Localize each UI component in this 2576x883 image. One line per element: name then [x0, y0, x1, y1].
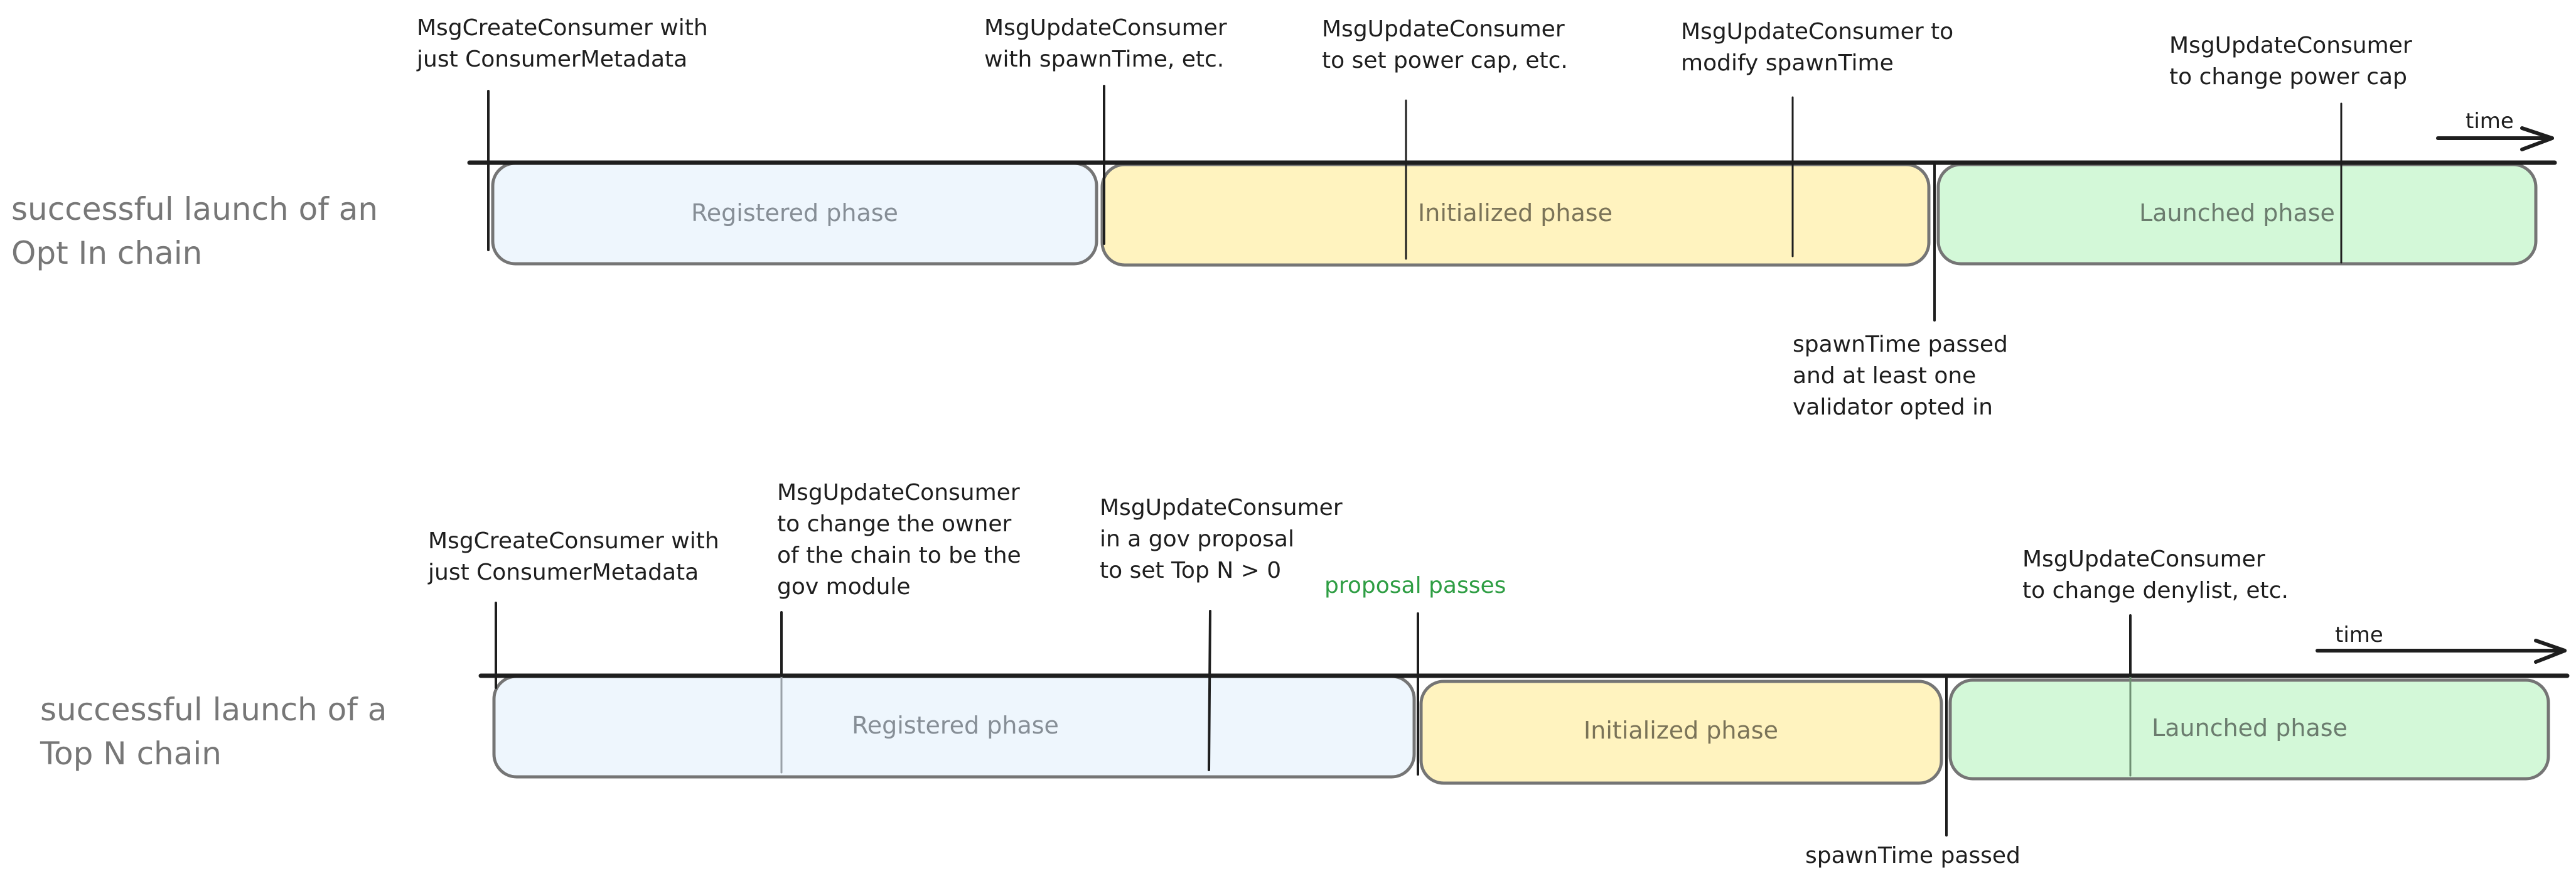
registered-phase-label: Registered phase: [691, 199, 898, 227]
event-label: MsgUpdateConsumer to set power cap, etc.: [1322, 16, 1572, 73]
initialized-phase-label: Initialized phase: [1584, 717, 1778, 744]
event-label: MsgUpdateConsumer to change the owner of…: [777, 480, 1028, 600]
event-label: spawnTime passed and at least one valida…: [1793, 332, 2015, 420]
row-title-line: Opt In chain: [11, 235, 202, 271]
event-label: MsgUpdateConsumer to change power cap: [2169, 33, 2419, 90]
timeline-row-opt-in: successful launch of an Opt In chain Reg…: [11, 15, 2557, 420]
event-label: MsgUpdateConsumer in a gov proposal to s…: [1100, 495, 1350, 583]
proposal-passes-label: proposal passes: [1324, 573, 1506, 599]
event-label: MsgUpdateConsumer to modify spawnTime: [1681, 19, 1961, 76]
event-label: MsgUpdateConsumer to change denylist, et…: [2022, 546, 2289, 604]
row-title: successful launch of a Top N chain: [40, 691, 397, 772]
event-label: MsgUpdateConsumer with spawnTime, etc.: [984, 15, 1234, 72]
event-label: MsgCreateConsumer with just ConsumerMeta…: [427, 528, 726, 585]
phase-timeline-diagram: successful launch of an Opt In chain Reg…: [11, 15, 2570, 869]
event-label: MsgCreateConsumer with just ConsumerMeta…: [416, 15, 715, 72]
launched-phase-label: Launched phase: [2139, 199, 2335, 227]
time-label: time: [2466, 109, 2514, 134]
event-tick: [1208, 610, 1211, 771]
row-title-line: successful launch of an: [11, 191, 378, 227]
time-label: time: [2335, 622, 2383, 647]
timeline-row-top-n: successful launch of a Top N chain Regis…: [40, 480, 2570, 869]
event-label: spawnTime passed: [1805, 843, 2021, 869]
initialized-phase-label: Initialized phase: [1418, 199, 1613, 227]
row-title-line: successful launch of a: [40, 691, 387, 728]
launched-phase-label: Launched phase: [2152, 714, 2348, 742]
row-title-line: Top N chain: [40, 735, 222, 772]
row-title: successful launch of an Opt In chain: [11, 191, 388, 271]
registered-phase-label: Registered phase: [852, 712, 1059, 739]
